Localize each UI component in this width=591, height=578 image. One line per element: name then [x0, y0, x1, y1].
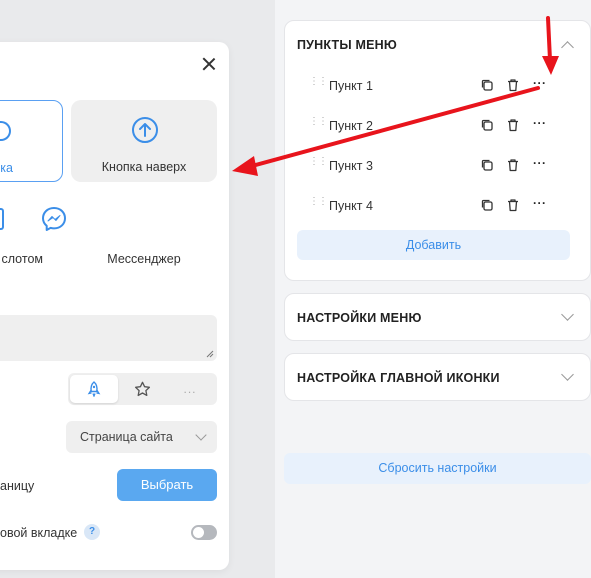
main-icon-card[interactable]: НАСТРОЙКА ГЛАВНОЙ ИКОНКИ [284, 353, 591, 401]
chevron-up-icon[interactable] [561, 41, 574, 54]
choose-button[interactable]: Выбрать [117, 469, 217, 501]
menu-settings-card[interactable]: НАСТРОЙКИ МЕНЮ [284, 293, 591, 341]
list-item[interactable]: ⋮⋮ Пункт 4 ··· [305, 196, 565, 216]
drag-handle-icon[interactable]: ⋮⋮ [309, 117, 328, 133]
card-title: НАСТРОЙКИ МЕНЮ [297, 311, 422, 325]
close-icon[interactable] [201, 56, 217, 72]
more-icon: ... [183, 382, 197, 396]
new-tab-label: овой вкладке [0, 526, 78, 540]
rocket-option[interactable] [70, 375, 118, 403]
item-label: Пункт 1 [329, 79, 373, 93]
trash-icon[interactable] [506, 118, 520, 132]
new-tab-toggle[interactable] [191, 525, 217, 540]
more-icon[interactable]: ··· [533, 117, 547, 132]
tile-label: ка [0, 161, 13, 175]
tile-scroll-to-top[interactable]: Кнопка наверх [71, 100, 217, 182]
more-icon[interactable]: ··· [533, 197, 547, 212]
reset-settings-button[interactable]: Сбросить настройки [284, 453, 591, 484]
list-item[interactable]: ⋮⋮ Пункт 1 ··· [305, 76, 565, 96]
list-item[interactable]: ⋮⋮ Пункт 3 ··· [305, 156, 565, 176]
card-title: НАСТРОЙКА ГЛАВНОЙ ИКОНКИ [297, 371, 500, 385]
more-icon[interactable]: ··· [533, 77, 547, 92]
drag-handle-icon[interactable]: ⋮⋮ [309, 197, 328, 213]
star-icon [134, 381, 150, 397]
menu-items-card: ПУНКТЫ МЕНЮ ⋮⋮ Пункт 1 ··· ⋮⋮ Пункт 2 ··… [284, 20, 591, 281]
button-type-modal: ка Кнопка наверх слотом Мессенджер ... С… [0, 42, 229, 570]
tile-label: слотом [1, 252, 44, 266]
add-item-button[interactable]: Добавить [297, 230, 570, 260]
help-icon[interactable]: ? [84, 524, 100, 540]
more-icon[interactable]: ··· [533, 157, 547, 172]
tile-label: Мессенджер [107, 252, 181, 266]
list-item[interactable]: ⋮⋮ Пункт 2 ··· [305, 116, 565, 136]
drag-handle-icon[interactable]: ⋮⋮ [309, 77, 328, 93]
star-option[interactable] [118, 375, 166, 403]
copy-icon[interactable] [480, 78, 494, 92]
tile-label: Кнопка наверх [101, 160, 187, 174]
item-label: Пункт 3 [329, 159, 373, 173]
arrow-up-circle-icon [132, 117, 158, 143]
phone-icon [0, 208, 4, 230]
text-field[interactable] [0, 315, 217, 361]
drag-handle-icon[interactable]: ⋮⋮ [309, 157, 328, 173]
copy-icon[interactable] [480, 118, 494, 132]
trash-icon[interactable] [506, 158, 520, 172]
trash-icon[interactable] [506, 78, 520, 92]
item-label: Пункт 4 [329, 199, 373, 213]
tile-messenger[interactable]: Мессенджер [71, 194, 217, 274]
chat-icon [0, 121, 11, 141]
messenger-icon [42, 207, 66, 231]
chevron-down-icon [195, 429, 207, 441]
chevron-down-icon[interactable] [561, 368, 574, 381]
resize-grip-icon[interactable] [206, 350, 214, 358]
page-label: аницу [0, 479, 35, 493]
trash-icon[interactable] [506, 198, 520, 212]
chevron-down-icon[interactable] [561, 308, 574, 321]
link-type-select[interactable]: Страница сайта [66, 421, 217, 453]
copy-icon[interactable] [480, 198, 494, 212]
select-value: Страница сайта [80, 430, 173, 444]
more-option[interactable]: ... [166, 375, 214, 403]
item-label: Пункт 2 [329, 119, 373, 133]
icon-picker: ... [68, 373, 217, 405]
tile-chat[interactable]: ка [0, 100, 63, 182]
copy-icon[interactable] [480, 158, 494, 172]
card-title: ПУНКТЫ МЕНЮ [297, 38, 397, 52]
rocket-icon [87, 381, 101, 397]
